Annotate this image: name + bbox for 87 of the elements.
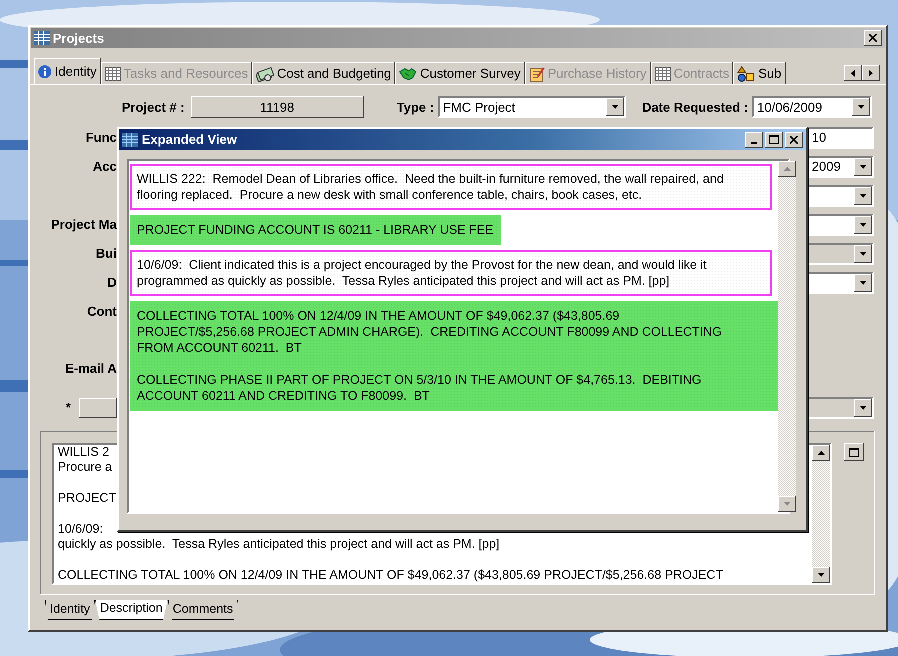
dropdown-button[interactable] bbox=[852, 98, 870, 116]
scrollbar[interactable] bbox=[778, 161, 796, 512]
dropdown-button[interactable] bbox=[606, 98, 624, 116]
tab[interactable]: Identity bbox=[34, 58, 101, 84]
dropdown-arrow-icon bbox=[860, 194, 866, 198]
dialog-title: Expanded View bbox=[142, 132, 238, 147]
tab[interactable]: Description bbox=[95, 600, 168, 620]
dropdown-field[interactable] bbox=[807, 214, 874, 236]
dropdown-arrow-icon bbox=[860, 164, 866, 168]
text-line: quickly as possible. Tessa Ryles anticipated this project and will act as PM. [pp] bbox=[58, 537, 500, 553]
paragraph: 10/6/09: Client indicated this is a project encouraged by the Provost for the new dean, and would like it programmed as quickly as possible. Tessa Ryles anticipated this project and will act as PM. [pp] bbox=[137, 257, 708, 289]
close-icon bbox=[790, 136, 798, 144]
scroll-left-button[interactable] bbox=[844, 65, 862, 81]
dropdown-arrow-icon bbox=[860, 280, 866, 284]
left-arrow-icon bbox=[851, 70, 855, 76]
field-label: E-mail A bbox=[65, 361, 117, 376]
field-label: Project Ma bbox=[51, 217, 117, 232]
field-label: Cont bbox=[87, 304, 117, 319]
text-field[interactable]: 10 bbox=[807, 126, 874, 148]
handshake-icon bbox=[399, 66, 418, 80]
tab[interactable]: Sub bbox=[733, 62, 786, 84]
expand-button[interactable] bbox=[844, 443, 864, 461]
dropdown-field[interactable] bbox=[807, 272, 874, 294]
grid-icon bbox=[104, 66, 121, 80]
dropdown-field[interactable] bbox=[807, 184, 874, 206]
paragraph: COLLECTING TOTAL 100% ON 12/4/09 IN THE AMOUNT OF $49,062.37 ($43,805.69 PROJECT/$5,256.68 PROJECT ADMIN CHARGE). CREDITING ACCOUNT F80099 AND COLLECTING FROM ACCOUNT 60211. BT bbox=[137, 308, 724, 356]
scroll-down-button[interactable] bbox=[778, 496, 796, 512]
maximize-icon bbox=[849, 448, 859, 456]
text-line: Procure a bbox=[58, 460, 112, 476]
field-label: Project # : bbox=[122, 100, 185, 114]
minimize-icon bbox=[751, 142, 757, 144]
grid-icon bbox=[654, 66, 671, 80]
money-icon bbox=[256, 66, 274, 82]
close-button[interactable] bbox=[864, 30, 882, 46]
maximize-icon bbox=[769, 135, 779, 144]
table-icon bbox=[122, 132, 138, 146]
window-title: Projects bbox=[53, 30, 104, 46]
dropdown-arrow-icon bbox=[860, 406, 866, 410]
scroll-down-button[interactable] bbox=[812, 567, 830, 583]
dropdown-arrow-icon bbox=[858, 105, 865, 109]
field-label: Acc bbox=[93, 159, 117, 174]
down-arrow-icon bbox=[784, 502, 790, 506]
notepad-icon bbox=[528, 66, 545, 82]
text-line: COLLECTING TOTAL 100% ON 12/4/09 IN THE AMOUNT OF $49,062.37 ($43,805.69 PROJECT/$5,256.68 PROJECT bbox=[58, 568, 724, 583]
right-arrow-icon bbox=[869, 70, 873, 76]
dropdown-button[interactable] bbox=[854, 186, 872, 204]
shapes-icon bbox=[737, 66, 756, 82]
field-label: D bbox=[108, 275, 117, 290]
dropdown-button[interactable] bbox=[854, 274, 872, 292]
field-label: Date Requested : bbox=[642, 100, 748, 114]
paragraph: COLLECTING PHASE II PART OF PROJECT ON 5/3/10 IN THE AMOUNT OF $4,765.13. DEBITING ACCOUNT 60211 AND CREDITING TO F80099. BT bbox=[137, 372, 703, 404]
text-line: 10/6/09: bbox=[58, 522, 104, 538]
dropdown-arrow-icon bbox=[818, 573, 824, 577]
field-label: * bbox=[66, 400, 71, 415]
tab[interactable]: Identity bbox=[45, 600, 96, 620]
up-arrow-icon bbox=[818, 451, 824, 455]
table-icon bbox=[34, 31, 50, 45]
up-arrow-icon bbox=[784, 167, 790, 171]
maximize-button[interactable] bbox=[765, 132, 783, 148]
scroll-up-button[interactable] bbox=[812, 445, 830, 461]
dropdown-arrow-icon bbox=[860, 222, 866, 226]
scrollbar[interactable] bbox=[812, 445, 830, 583]
field-label: Func bbox=[86, 130, 117, 145]
minimize-button[interactable] bbox=[745, 132, 763, 148]
text-line: WILLIS 2 bbox=[58, 445, 110, 460]
paragraph: WILLIS 222: Remodel Dean of Libraries office. Need the built-in furniture removed, the wall repaired, and flooring replaced. Procure a new desk with small conference table, chairs, book cases, etc. bbox=[137, 171, 725, 203]
dropdown-field[interactable]: 2009 bbox=[807, 156, 874, 178]
tab[interactable]: Cost and Budgeting bbox=[252, 62, 396, 84]
scroll-right-button[interactable] bbox=[862, 65, 880, 81]
dropdown-field[interactable]: 10/06/2009 bbox=[752, 96, 872, 118]
text-line: PROJECT bbox=[58, 491, 116, 507]
dropdown-arrow-icon bbox=[860, 252, 866, 256]
close-button[interactable] bbox=[785, 132, 803, 148]
tab[interactable]: Comments bbox=[168, 600, 238, 620]
close-icon bbox=[869, 34, 877, 42]
scroll-up-button[interactable] bbox=[778, 161, 796, 177]
paragraph: PROJECT FUNDING ACCOUNT IS 60211 - LIBRARY USE FEE bbox=[137, 222, 494, 238]
project-number-field: 11198 bbox=[190, 96, 364, 118]
field-label: Type : bbox=[396, 100, 434, 114]
dropdown-button[interactable] bbox=[854, 216, 872, 234]
dropdown-arrow-icon bbox=[612, 105, 619, 109]
dropdown-button[interactable] bbox=[854, 158, 872, 176]
field-label: Bui bbox=[96, 246, 117, 261]
info-icon bbox=[38, 64, 52, 78]
dropdown-field[interactable]: FMC Project bbox=[438, 96, 626, 118]
small-button[interactable] bbox=[79, 398, 117, 418]
tab[interactable]: Customer Survey bbox=[395, 62, 525, 84]
